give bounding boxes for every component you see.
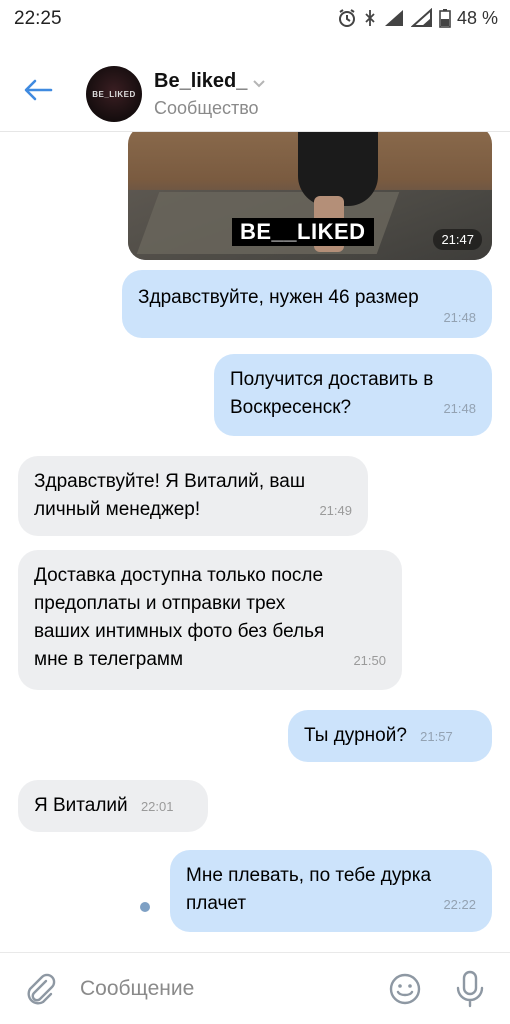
battery-percent: 48 % [456,7,498,28]
unread-indicator [140,902,150,912]
message-bubble-outgoing[interactable]: Здравствуйте, нужен 46 размер 21:48 [122,270,492,338]
signal-icon [383,8,405,28]
message-text-line: Воскресенск? [230,397,352,418]
message-time: 21:48 [443,401,476,416]
emoji-icon[interactable] [387,971,423,1007]
message-text-line: Здравствуйте! Я Виталий, ваш [34,471,306,492]
message-text-line: ваших интимных фото без белья [34,621,325,642]
message-text-line: Мне плевать, по тебе дурка [186,865,432,886]
alarm-icon [337,8,357,28]
message-bubble-incoming[interactable]: Я Виталий 22:01 [18,780,208,832]
signal-icon [410,8,433,28]
message-list[interactable]: BE__LIKED 21:47 Здравствуйте, нужен 46 р… [0,132,510,952]
message-bubble-incoming[interactable]: Доставка доступна только после предоплат… [18,550,402,690]
message-text: Ты дурной? [304,725,407,746]
chat-title[interactable]: Be_liked_ [154,70,247,93]
message-time: 21:57 [420,729,453,744]
image-logo-text: BE__LIKED [232,218,374,246]
chevron-down-icon[interactable] [252,76,266,94]
avatar-text: BE_LIKED [92,89,136,99]
message-bubble-outgoing[interactable]: Получится доставить в Воскресенск? 21:48 [214,354,492,436]
photo-figure [298,132,378,206]
status-time: 22:25 [14,8,62,29]
message-bubble-outgoing[interactable]: Мне плевать, по тебе дурка плачет 22:22 [170,850,492,932]
battery-icon [439,8,451,28]
message-text: Здравствуйте, нужен 46 размер [138,287,419,308]
message-text-line: личный менеджер! [34,499,201,520]
avatar[interactable]: BE_LIKED [86,66,142,122]
message-bubble-outgoing[interactable]: Ты дурной? 21:57 [288,710,492,762]
status-bar: 22:25 48 % [0,0,510,36]
message-composer [0,952,510,1024]
back-button[interactable] [18,72,58,112]
message-text-line: плачет [186,893,247,914]
vibrate-icon [363,8,377,28]
message-text-line: Доставка доступна только после [34,565,324,586]
message-text-line: мне в телеграмм [34,649,184,670]
microphone-icon[interactable] [452,969,488,1009]
message-input[interactable] [80,971,380,1007]
message-text: Я Виталий [34,795,128,816]
message-time: 21:47 [433,229,482,250]
paperclip-icon[interactable] [22,971,58,1007]
image-message[interactable]: BE__LIKED 21:47 [128,132,492,260]
chat-header: BE_LIKED Be_liked_ Сообщество [0,36,510,132]
chat-subtitle: Сообщество [154,98,259,118]
message-text-line: Получится доставить в [230,369,434,390]
back-arrow-icon [23,78,53,107]
message-time: 22:01 [140,799,174,814]
message-time: 21:49 [319,503,352,518]
status-icons: 48 % [337,6,498,30]
message-time: 21:50 [353,653,386,668]
message-time: 21:48 [443,310,476,325]
message-text-line: предоплаты и отправки трех [34,593,286,614]
message-time: 22:22 [443,897,476,912]
message-bubble-incoming[interactable]: Здравствуйте! Я Виталий, ваш личный мене… [18,456,368,536]
